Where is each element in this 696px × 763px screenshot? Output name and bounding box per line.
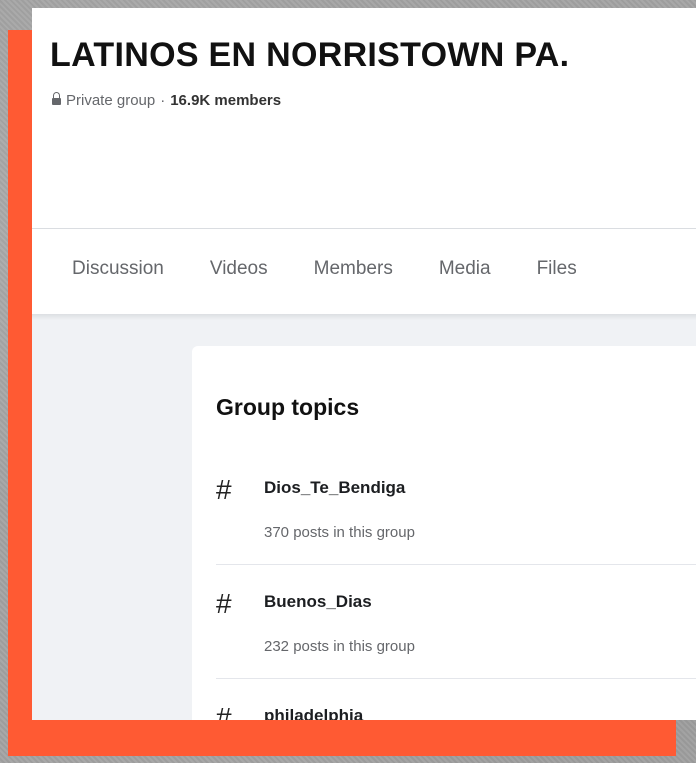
member-count[interactable]: 16.9K members [170,92,281,109]
topic-post-count: 232 posts in this group [264,638,415,655]
group-meta: Private group · 16.9K members [52,92,281,109]
group-tabs: Discussion Videos Members Media Files [72,258,577,280]
lock-icon [52,92,61,107]
privacy-label[interactable]: Private group [66,92,155,109]
topic-post-count: 370 posts in this group [264,524,415,541]
tab-files[interactable]: Files [537,258,577,280]
topic-divider [216,564,696,565]
header-shadow [32,314,696,320]
group-title[interactable]: LATINOS EN NORRISTOWN PA. [50,36,569,75]
header-divider [32,228,696,229]
hashtag-icon: # [216,474,232,505]
tab-discussion[interactable]: Discussion [72,258,164,280]
facebook-group-screenshot: LATINOS EN NORRISTOWN PA. Private group … [32,8,696,720]
meta-separator: · [160,92,166,109]
group-topics-card: Group topics # Dios_Te_Bendiga 370 posts… [192,346,696,720]
tab-videos[interactable]: Videos [210,258,268,280]
group-header: LATINOS EN NORRISTOWN PA. Private group … [32,8,696,314]
topic-divider [216,678,696,679]
hashtag-icon: # [216,702,232,720]
topic-name[interactable]: Dios_Te_Bendiga [264,478,405,498]
tab-members[interactable]: Members [314,258,393,280]
topic-name[interactable]: philadelphia [264,706,363,720]
topic-name[interactable]: Buenos_Dias [264,592,372,612]
tab-media[interactable]: Media [439,258,491,280]
hashtag-icon: # [216,588,232,619]
group-topics-title: Group topics [216,394,360,420]
